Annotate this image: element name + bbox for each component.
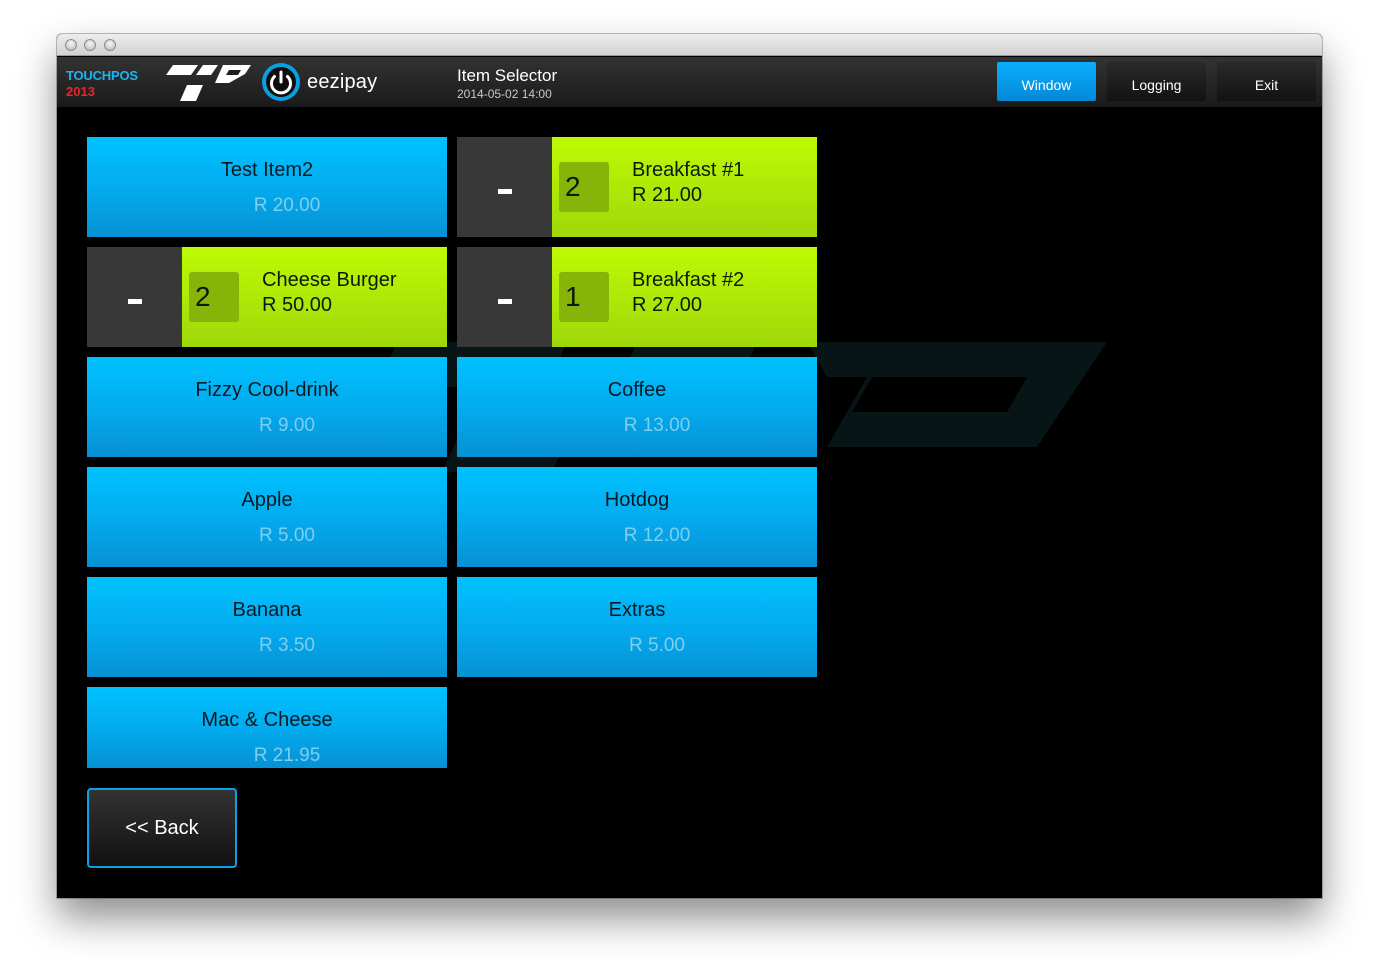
item-price: R 3.50 bbox=[259, 635, 315, 656]
item-tile[interactable]: Mac & Cheese R 21.95 bbox=[87, 687, 447, 768]
item-tile[interactable]: Hotdog R 12.00 bbox=[457, 467, 817, 567]
app-header: TOUCHPOS 2013 eezipay Item Selector 2014… bbox=[57, 57, 1322, 107]
item-name: Banana bbox=[232, 599, 302, 621]
eezipay-power-icon bbox=[262, 63, 300, 101]
item-tile[interactable]: Test Item2 R 20.00 bbox=[87, 137, 447, 237]
zoom-window-button[interactable] bbox=[104, 39, 116, 51]
item-price: R 20.00 bbox=[253, 195, 321, 216]
eezipay-logo-text: eezipay bbox=[307, 71, 378, 93]
minimize-window-button[interactable] bbox=[84, 39, 96, 51]
selected-item-body[interactable]: 2 Cheese Burger R 50.00 bbox=[182, 247, 447, 347]
item-name: Cheese Burger bbox=[262, 269, 397, 291]
decrease-quantity-button[interactable] bbox=[457, 137, 552, 237]
item-tile[interactable]: Banana R 3.50 bbox=[87, 577, 447, 677]
item-price: R 21.00 bbox=[632, 184, 703, 206]
item-tile[interactable]: Extras R 5.00 bbox=[457, 577, 817, 677]
minus-icon bbox=[497, 298, 512, 304]
item-price: R 13.00 bbox=[623, 415, 691, 436]
item-price: R 9.00 bbox=[259, 415, 315, 436]
selected-item-tile[interactable]: 2 Cheese Burger R 50.00 bbox=[87, 247, 447, 347]
item-name: Coffee bbox=[607, 379, 667, 401]
quantity-badge: 2 bbox=[189, 272, 239, 322]
item-price: R 27.00 bbox=[632, 294, 703, 316]
item-name: Fizzy Cool-drink bbox=[195, 379, 339, 401]
window-button[interactable]: Window bbox=[997, 62, 1096, 101]
item-name: Breakfast #1 bbox=[632, 159, 745, 181]
selected-item-body[interactable]: 2 Breakfast #1 R 21.00 bbox=[552, 137, 817, 237]
item-price: R 21.95 bbox=[253, 745, 321, 766]
item-name: Test Item2 bbox=[220, 159, 314, 181]
page-title: Item Selector bbox=[457, 66, 558, 85]
selected-item-body[interactable]: 1 Breakfast #2 R 27.00 bbox=[552, 247, 817, 347]
item-price: R 5.00 bbox=[259, 525, 315, 546]
app-window: TOUCHPOS 2013 eezipay Item Selector 2014… bbox=[57, 34, 1322, 898]
item-price: R 50.00 bbox=[262, 294, 333, 316]
item-name: Extras bbox=[608, 599, 666, 621]
selected-item-tile[interactable]: 1 Breakfast #2 R 27.00 bbox=[457, 247, 817, 347]
logging-button[interactable]: Logging bbox=[1107, 62, 1206, 101]
brand-name: TOUCHPOS bbox=[66, 68, 138, 83]
brand-year: 2013 bbox=[66, 84, 95, 99]
item-name: Breakfast #2 bbox=[632, 269, 745, 291]
touchpos-logo-icon bbox=[166, 65, 251, 101]
page-datetime: 2014-05-02 14:00 bbox=[457, 87, 552, 101]
quantity-badge: 1 bbox=[559, 272, 609, 322]
item-tile[interactable]: Apple R 5.00 bbox=[87, 467, 447, 567]
back-button[interactable]: << Back bbox=[87, 788, 237, 868]
minus-icon bbox=[497, 188, 512, 194]
exit-button[interactable]: Exit bbox=[1217, 62, 1316, 101]
item-price: R 12.00 bbox=[623, 525, 691, 546]
item-name: Apple bbox=[241, 489, 293, 511]
item-grid-area: Test Item2 R 20.00 2 Breakfast #1 R 21.0… bbox=[57, 107, 1322, 898]
item-tile[interactable]: Coffee R 13.00 bbox=[457, 357, 817, 457]
item-name: Mac & Cheese bbox=[201, 709, 333, 731]
close-window-button[interactable] bbox=[65, 39, 77, 51]
item-tile[interactable]: Fizzy Cool-drink R 9.00 bbox=[87, 357, 447, 457]
item-price: R 5.00 bbox=[629, 635, 685, 656]
window-titlebar[interactable] bbox=[57, 34, 1322, 56]
selected-item-tile[interactable]: 2 Breakfast #1 R 21.00 bbox=[457, 137, 817, 237]
quantity-badge: 2 bbox=[559, 162, 609, 212]
decrease-quantity-button[interactable] bbox=[87, 247, 182, 347]
decrease-quantity-button[interactable] bbox=[457, 247, 552, 347]
minus-icon bbox=[127, 298, 142, 304]
item-name: Hotdog bbox=[604, 489, 670, 511]
